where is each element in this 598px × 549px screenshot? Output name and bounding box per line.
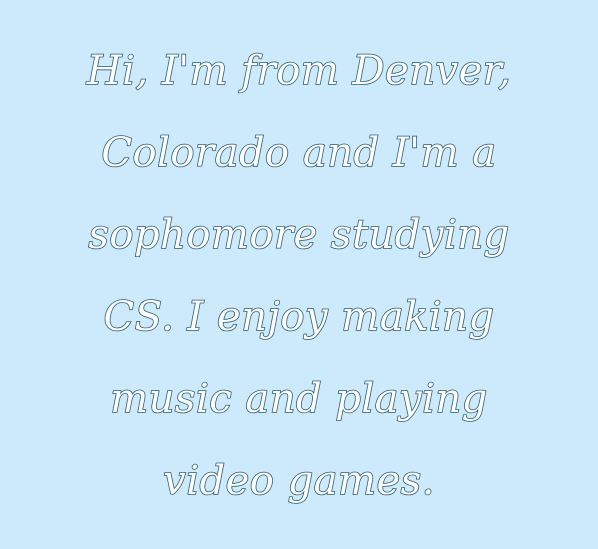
bio-line-6: video games. [162, 457, 435, 505]
bio-text: Hi, I'm from Denver, Colorado and I'm a … [0, 30, 598, 522]
bio-line-1: Hi, I'm from Denver, [86, 47, 512, 95]
bio-line-2: Colorado and I'm a [101, 129, 497, 177]
bio-line-5: music and playing [109, 375, 488, 423]
bio-card: Hi, I'm from Denver, Colorado and I'm a … [0, 0, 598, 549]
bio-line-4: CS. I enjoy making [103, 293, 495, 341]
bio-line-3: sophomore studying [88, 211, 510, 259]
